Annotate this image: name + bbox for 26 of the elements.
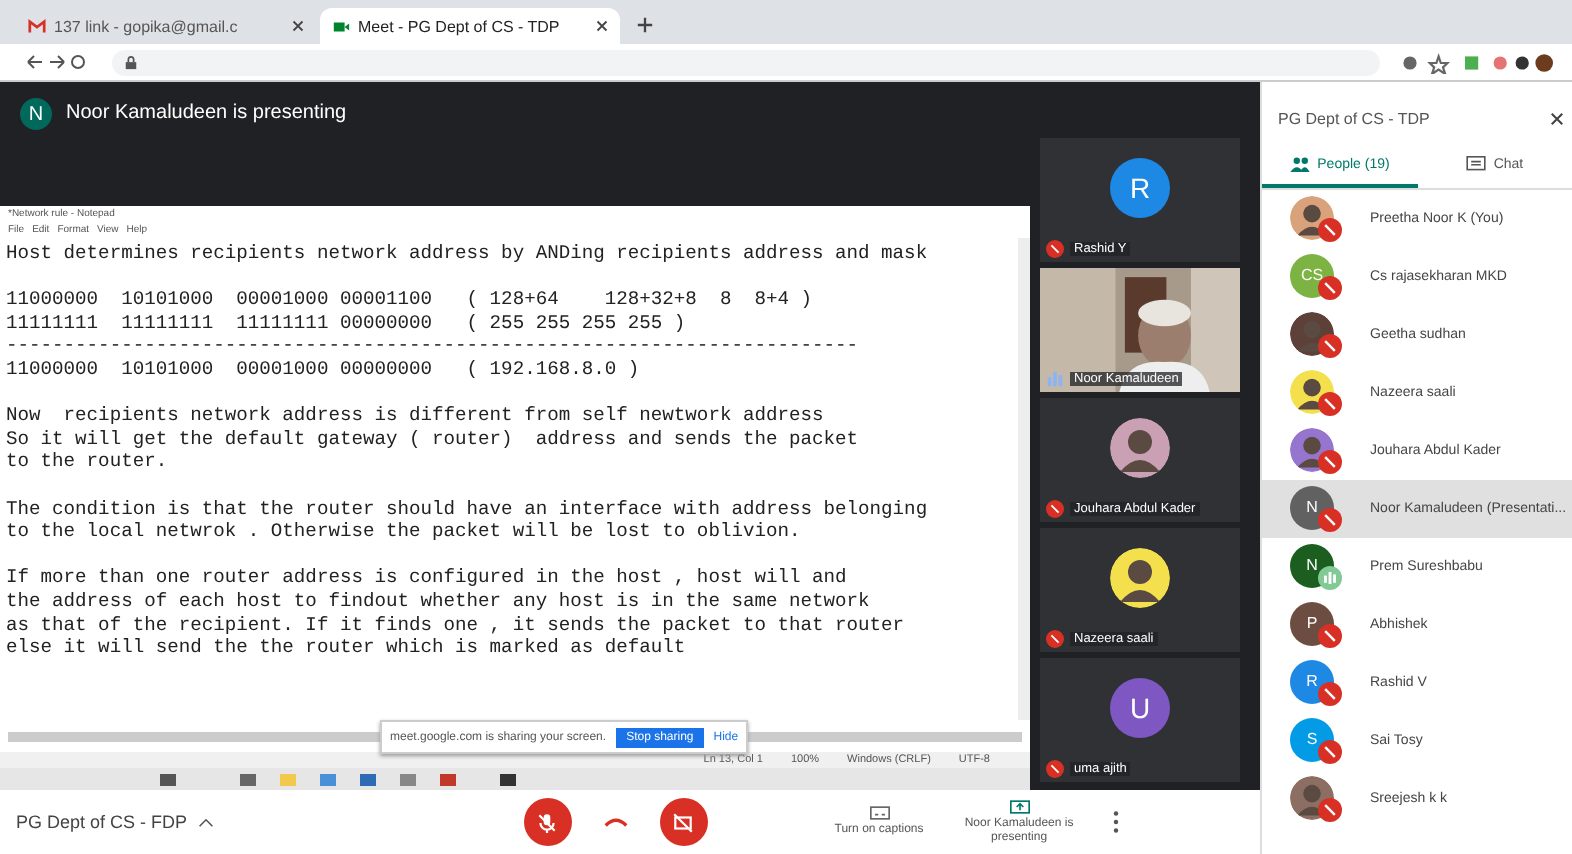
microphone-off-button[interactable] (523, 798, 572, 846)
lock-icon (124, 55, 138, 69)
mail-icon (28, 17, 46, 35)
phone-icon (603, 816, 628, 828)
presenter-avatar: N (20, 98, 52, 130)
caret-icon[interactable] (197, 817, 214, 827)
browser-tab[interactable]: Meet - PG Dept of CS - TDP (320, 8, 620, 44)
video-camera-icon (332, 17, 350, 35)
presenting-label: Noor Kamaludeen is presenting (66, 100, 347, 128)
close-icon[interactable] (1550, 112, 1564, 126)
avatar: R (1110, 158, 1170, 218)
more-options-icon[interactable] (1111, 810, 1120, 834)
chat-icon (1465, 156, 1486, 172)
people-icon (1289, 156, 1310, 172)
camera-off-button[interactable] (659, 798, 708, 846)
meeting-title[interactable]: PG Dept of CS - FDP (16, 812, 188, 832)
close-icon[interactable] (292, 20, 304, 32)
microphone-off-icon (536, 811, 559, 833)
new-tab-icon[interactable] (636, 16, 654, 34)
camera-off-icon (672, 811, 695, 833)
close-icon[interactable] (596, 20, 608, 32)
browser-tab[interactable]: 137 link - gopika@gmail.c (16, 8, 316, 44)
panel-title: PG Dept of CS - TDP (1278, 110, 1430, 128)
captions-icon (869, 806, 890, 820)
present-screen-icon (1009, 799, 1030, 813)
avatar: U (1110, 678, 1170, 738)
